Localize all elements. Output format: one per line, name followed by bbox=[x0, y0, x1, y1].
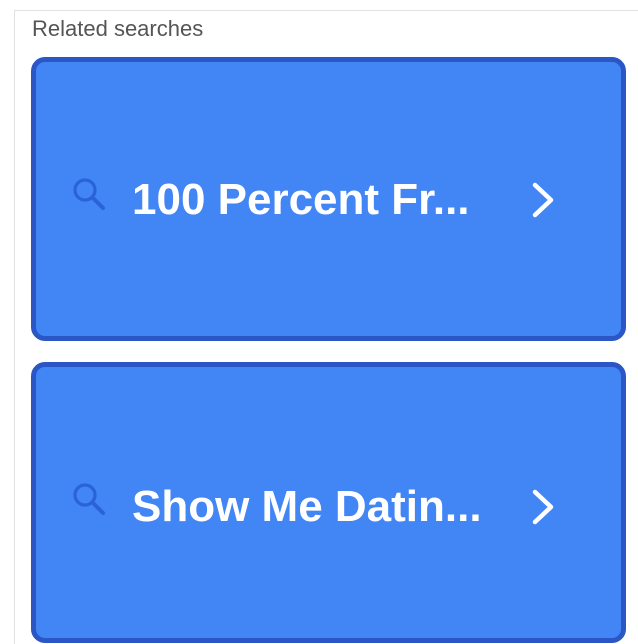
search-icon bbox=[73, 483, 105, 515]
related-search-card-1[interactable]: 100 Percent Fr... bbox=[31, 57, 626, 341]
chevron-right-icon bbox=[532, 489, 554, 525]
related-search-card-2[interactable]: Show Me Datin... bbox=[31, 362, 626, 643]
chevron-right-icon bbox=[532, 182, 554, 218]
related-searches-heading: Related searches bbox=[32, 16, 204, 41]
related-search-label: Show Me Datin... bbox=[132, 482, 482, 531]
related-search-label: 100 Percent Fr... bbox=[132, 175, 470, 224]
search-icon bbox=[73, 178, 105, 210]
